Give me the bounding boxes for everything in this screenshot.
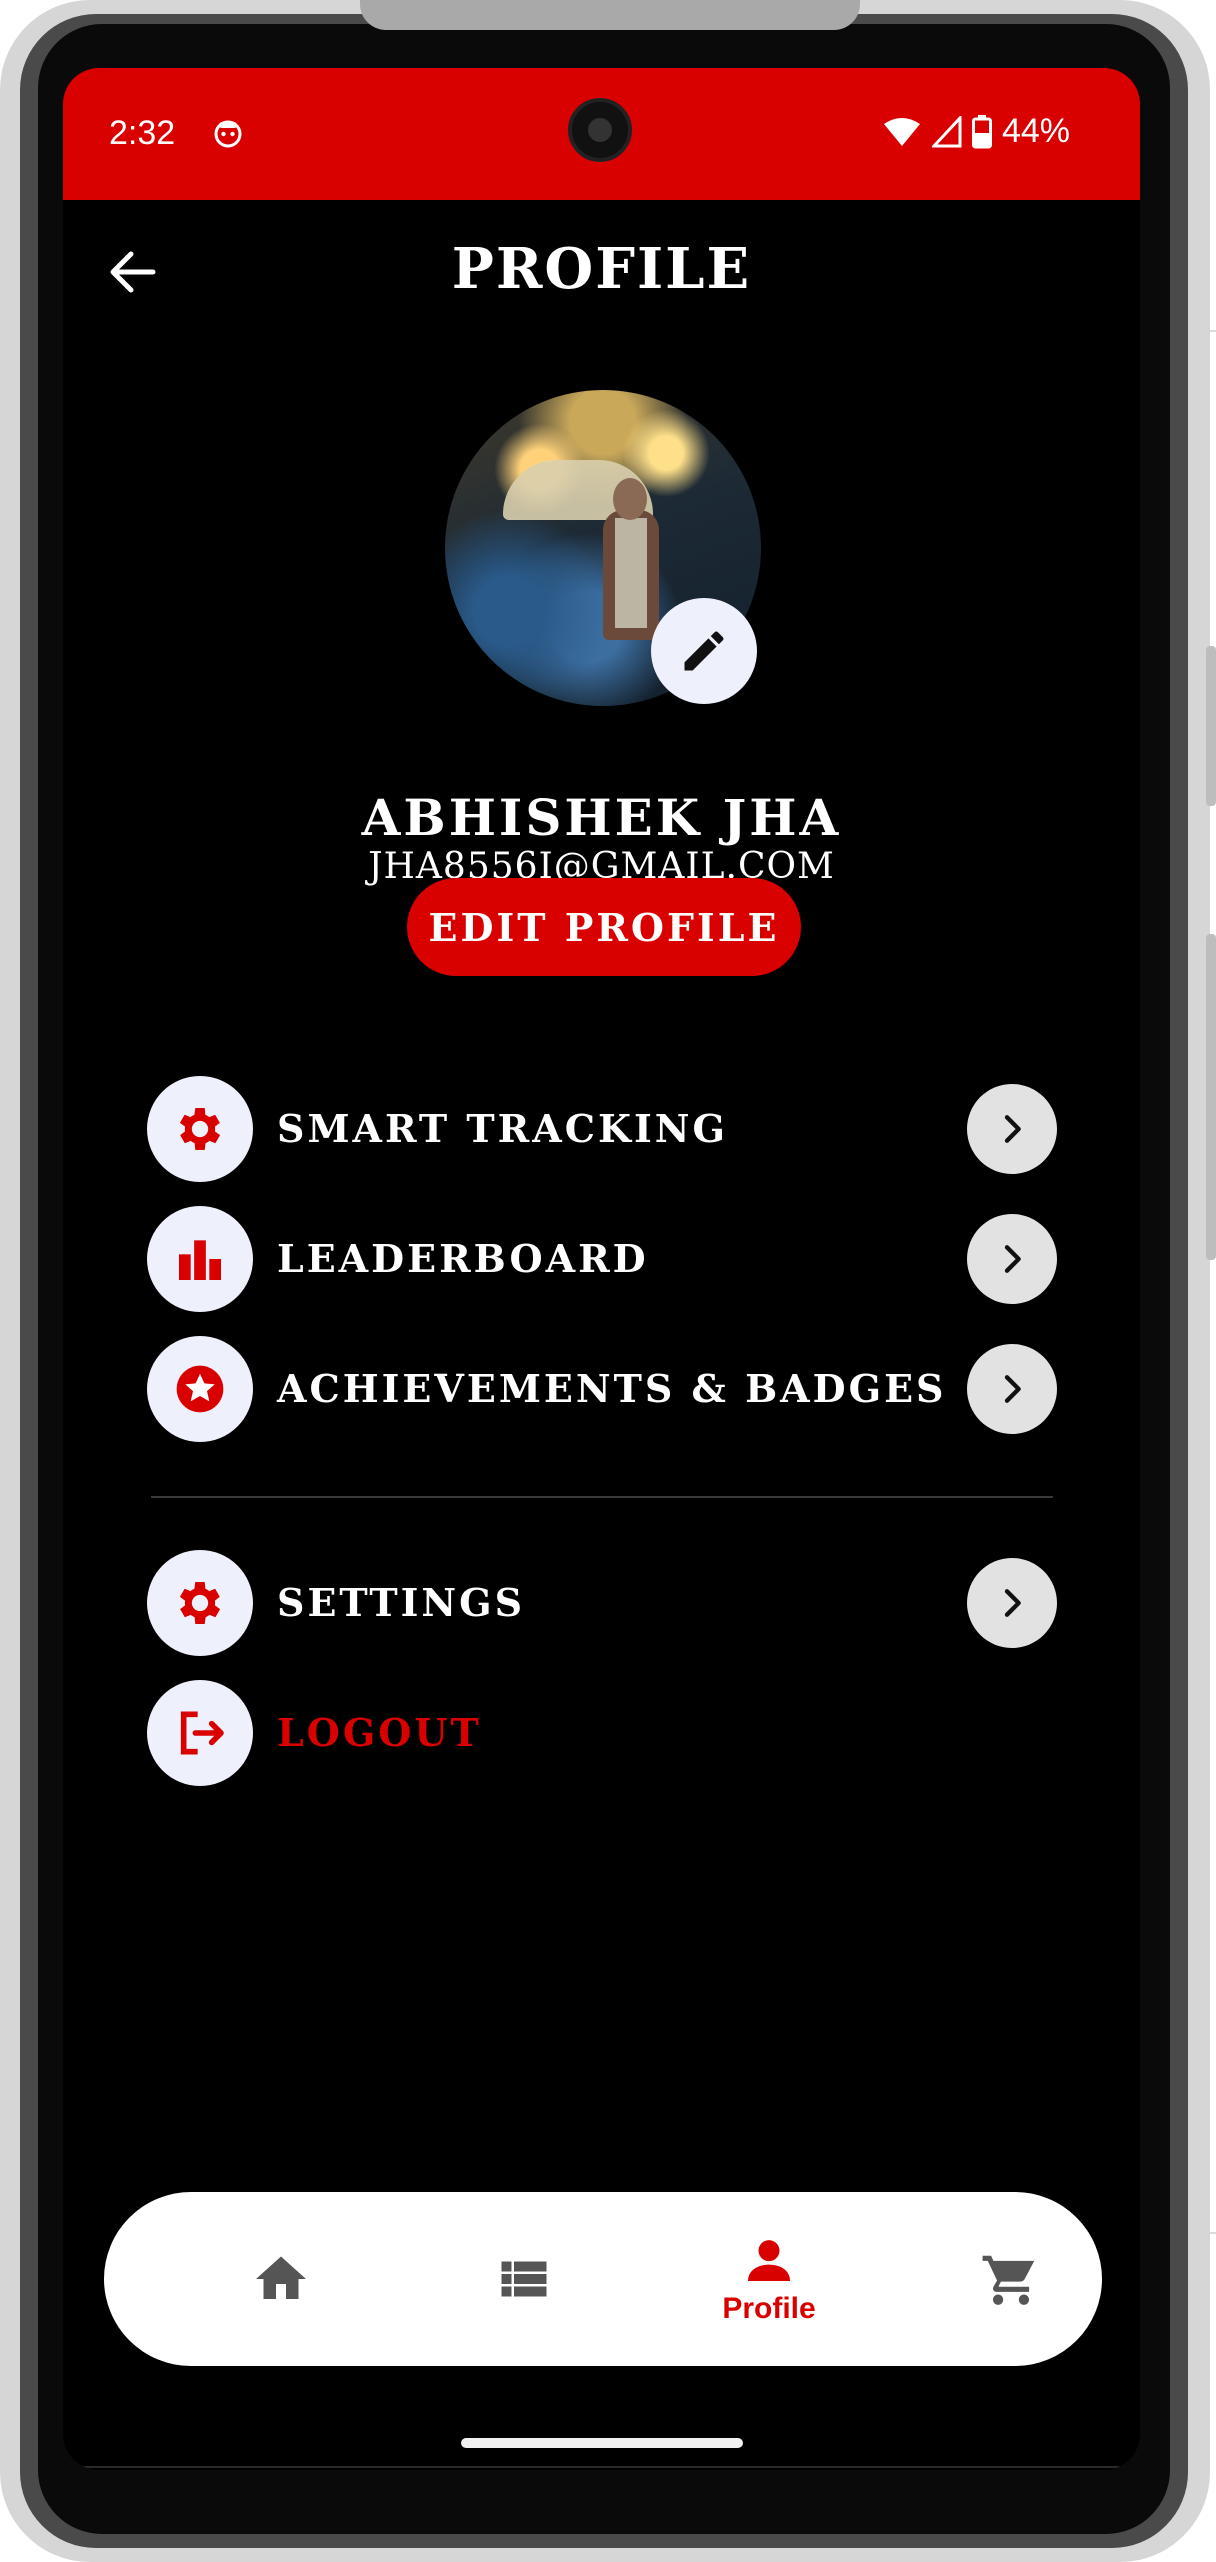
nav-home[interactable] <box>206 2192 356 2366</box>
star-badge-icon <box>147 1336 253 1442</box>
nav-list[interactable] <box>449 2192 599 2366</box>
edit-profile-button[interactable]: EDIT PROFILE <box>407 878 801 976</box>
cart-icon <box>982 2255 1035 2305</box>
profile-name: ABHISHEK JHA <box>361 788 842 847</box>
home-icon <box>256 2256 306 2299</box>
avatar-photo-detail <box>613 478 647 520</box>
nav-profile[interactable]: Profile <box>694 2192 844 2366</box>
menu-label: LEADERBOARD <box>277 1236 649 1281</box>
chevron-right-icon[interactable] <box>967 1344 1057 1434</box>
power-button <box>1206 934 1216 1260</box>
pencil-icon <box>684 631 724 671</box>
chevron-right-icon[interactable] <box>967 1214 1057 1304</box>
edit-avatar-button[interactable] <box>651 598 757 704</box>
menu-item-settings[interactable]: SETTINGS <box>147 1550 1057 1656</box>
list-icon <box>501 2261 547 2297</box>
avatar-photo-detail <box>615 518 647 628</box>
menu-item-leaderboard[interactable]: LEADERBOARD <box>147 1206 1057 1312</box>
logout-icon <box>147 1680 253 1786</box>
bottom-navigation: Profile <box>104 2192 1102 2366</box>
menu-item-smart-tracking[interactable]: SMART TRACKING <box>147 1076 1057 1182</box>
nav-profile-label: Profile <box>722 2292 816 2325</box>
screen-bottom-divider <box>63 2466 1140 2468</box>
home-indicator[interactable] <box>461 2438 743 2448</box>
gear-icon <box>147 1550 253 1656</box>
menu-item-achievements[interactable]: ACHIEVEMENTS & BADGES <box>147 1336 1057 1442</box>
chevron-right-icon[interactable] <box>967 1084 1057 1174</box>
nav-cart[interactable] <box>936 2192 1086 2366</box>
cell-signal-icon <box>931 115 962 147</box>
menu-label: SETTINGS <box>277 1580 526 1625</box>
status-time: 2:32 <box>109 114 176 152</box>
page-title: PROFILE <box>451 236 752 302</box>
device-speaker <box>360 0 860 30</box>
battery-icon <box>971 114 992 148</box>
menu-label: ACHIEVEMENTS & BADGES <box>277 1366 947 1411</box>
leaderboard-icon <box>147 1206 253 1312</box>
status-bar: 2:32 44% <box>63 68 1140 200</box>
battery-percent: 44% <box>1001 112 1070 150</box>
wifi-icon <box>883 117 920 146</box>
menu-label: LOGOUT <box>277 1710 482 1755</box>
person-icon <box>748 2240 790 2281</box>
front-camera <box>568 98 632 162</box>
menu-label: SMART TRACKING <box>277 1106 728 1151</box>
app-notification-icon <box>214 120 242 148</box>
menu-item-logout[interactable]: LOGOUT <box>147 1680 1057 1786</box>
phone-screen: 2:32 44% PROFILE ABHISHEK JHA JHA8556I@G… <box>63 68 1140 2470</box>
volume-button <box>1206 646 1216 806</box>
gear-icon <box>147 1076 253 1182</box>
status-icons: 44% <box>882 112 1070 151</box>
menu-divider <box>151 1496 1053 1498</box>
chevron-right-icon[interactable] <box>967 1558 1057 1648</box>
